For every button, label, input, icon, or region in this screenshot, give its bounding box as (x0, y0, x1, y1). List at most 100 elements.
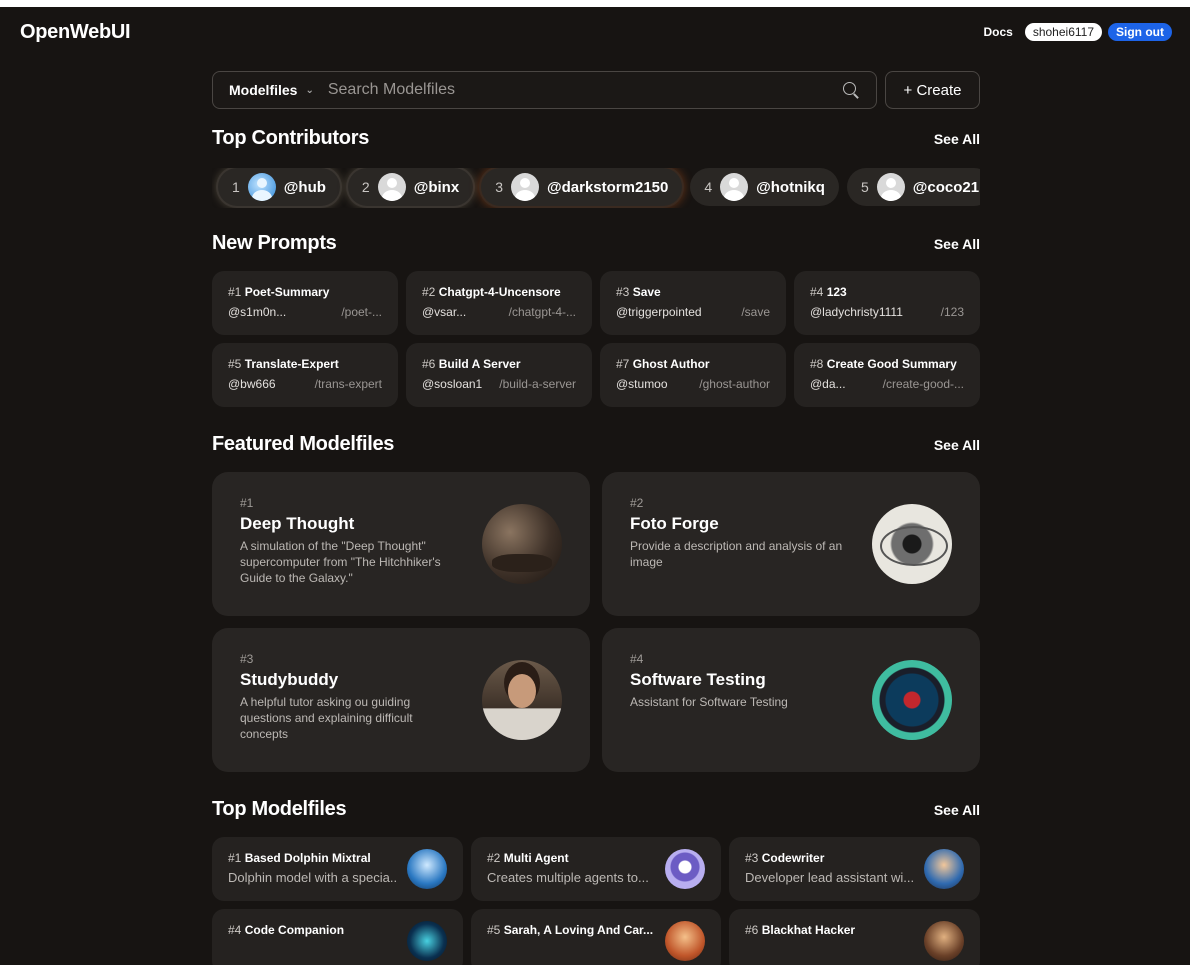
contributor-chip[interactable]: 1 @hub (218, 168, 340, 206)
prompt-user: @ladychristy1111 (810, 305, 903, 319)
contributor-name: @hotnikq (756, 178, 825, 196)
prompt-command: /chatgpt-4-... (508, 305, 576, 319)
featured-description: Assistant for Software Testing (630, 695, 788, 709)
modelfile-card[interactable]: #6 Blackhat Hacker (729, 909, 980, 965)
featured-description: Provide a description and analysis of an… (630, 539, 843, 569)
section-title: Top Contributors (212, 127, 370, 149)
create-button[interactable]: + Create (885, 71, 980, 109)
prompt-meta: @da... /create-good-... (810, 377, 964, 391)
prompt-title: #5 Translate-Expert (228, 357, 382, 371)
eye-image (872, 504, 952, 584)
prompt-title: #2 Chatgpt-4-Uncensore (422, 285, 576, 299)
see-all-link[interactable]: See All (934, 131, 980, 147)
tutor-image (482, 660, 562, 740)
prompt-title: #6 Build A Server (422, 357, 576, 371)
chevron-down-icon: ⌄ (305, 84, 314, 96)
sign-out-button[interactable]: Sign out (1108, 23, 1172, 41)
contributor-name: @hub (283, 178, 326, 196)
prompt-title: #4 123 (810, 285, 964, 299)
avatar (876, 173, 905, 201)
see-all-link[interactable]: See All (934, 802, 980, 818)
modelfile-name: Multi Agent (503, 851, 569, 865)
modelfile-card[interactable]: #4 Code Companion (212, 909, 463, 965)
contributor-rank: 1 (232, 179, 240, 195)
category-selector[interactable]: Modelfiles ⌄ (229, 82, 314, 98)
model-avatar (665, 921, 705, 961)
prompt-meta: @bw666/trans-expert (228, 377, 382, 391)
contributor-rank: 2 (361, 179, 370, 195)
username-badge[interactable]: shohei6117 (1024, 23, 1102, 41)
prompt-card[interactable]: #7 Ghost Author @stumoo/ghost-author (600, 343, 786, 407)
contributor-name: @coco21 (912, 178, 980, 196)
featured-grid: #1 Deep Thought A simulation of the "Dee… (212, 472, 980, 772)
prompt-number: #5 (228, 357, 242, 371)
section-title: Featured Modelfiles (212, 433, 395, 455)
prompt-title: #3 Save (616, 285, 770, 299)
prompt-card[interactable]: #4 123 @ladychristy1111/123 (794, 271, 980, 335)
model-avatar (407, 921, 447, 961)
section-title: Top Modelfiles (212, 798, 347, 820)
prompt-meta: @s1m0n... /poet-... (228, 305, 382, 319)
prompt-name: Poet-Summary (244, 285, 330, 299)
featured-card[interactable]: #4 Software Testing Assistant for Softwa… (602, 628, 980, 772)
modelfile-number: #1 (228, 851, 242, 865)
prompt-meta: @vsar... /chatgpt-4-... (422, 305, 576, 319)
modelfile-card[interactable]: #5 Sarah, A Loving And Car... (471, 909, 721, 965)
prompt-card[interactable]: #5 Translate-Expert @bw666/trans-expert (212, 343, 398, 407)
prompt-name: Save (632, 285, 661, 299)
prompt-number: #6 (422, 357, 436, 371)
see-all-link[interactable]: See All (934, 437, 980, 453)
prompt-number: #4 (810, 285, 824, 299)
contributors-list: 1 @hub 2 @binx 3 @darkstorm2150 4 @hotni… (212, 168, 980, 208)
prompt-card[interactable]: #3 Save @triggerpointed/save (600, 271, 786, 335)
prompt-command: /save (741, 305, 770, 319)
prompt-name: Translate-Expert (244, 357, 339, 371)
prompt-name: Create Good Summary (826, 357, 957, 371)
modelfile-title: #5 Sarah, A Loving And Car... (487, 923, 657, 937)
deep-thought-image (482, 504, 562, 584)
top-strip (0, 0, 1190, 7)
featured-card[interactable]: #2 Foto Forge Provide a description and … (602, 472, 980, 616)
modelfile-card[interactable]: #3 Codewriter Developer lead assistant w… (729, 837, 980, 901)
modelfile-title: #4 Code Companion (228, 923, 398, 937)
featured-card[interactable]: #1 Deep Thought A simulation of the "Dee… (212, 472, 590, 616)
avatar (247, 173, 276, 201)
contributor-chip[interactable]: 4 @hotnikq (690, 168, 839, 206)
search-row: Modelfiles ⌄ + Create (212, 71, 980, 109)
docs-link[interactable]: Docs (983, 25, 1012, 39)
modelfile-card[interactable]: #2 Multi Agent Creates multiple agents t… (471, 837, 721, 901)
featured-description: A helpful tutor asking ou guiding questi… (240, 695, 413, 741)
prompt-card[interactable]: #6 Build A Server @sosloan1/build-a-serv… (406, 343, 592, 407)
see-all-link[interactable]: See All (934, 236, 980, 252)
featured-card[interactable]: #3 Studybuddy A helpful tutor asking ou … (212, 628, 590, 772)
prompt-user: @s1m0n... (228, 305, 287, 319)
modelfile-name: Blackhat Hacker (761, 923, 856, 937)
modelfile-card[interactable]: #1 Based Dolphin Mixtral Dolphin model w… (212, 837, 463, 901)
avatar (377, 173, 406, 201)
header-actions: Docs shohei6117 Sign out (983, 23, 1172, 41)
contributor-chip[interactable]: 2 @binx (347, 168, 474, 206)
prompt-user: @sosloan1 (422, 377, 483, 391)
prompt-card[interactable]: #8 Create Good Summary @da... /create-goo… (794, 343, 980, 407)
modelfile-number: #5 (487, 923, 501, 937)
prompt-meta: @sosloan1/build-a-server (422, 377, 576, 391)
prompt-command: /create-good-... (882, 377, 964, 391)
prompt-card[interactable]: #1 Poet-Summary @s1m0n... /poet-... (212, 271, 398, 335)
search-icon[interactable] (842, 81, 860, 99)
top-modelfiles-header: Top Modelfiles See All (212, 798, 980, 821)
prompt-card[interactable]: #2 Chatgpt-4-Uncensore @vsar... /chatgpt-… (406, 271, 592, 335)
contributor-name: @darkstorm2150 (546, 178, 669, 196)
prompt-meta: @stumoo/ghost-author (616, 377, 770, 391)
search-input[interactable] (327, 81, 842, 99)
contributor-chip[interactable]: 3 @darkstorm2150 (481, 168, 683, 206)
prompt-number: #3 (616, 285, 630, 299)
contributor-chip[interactable]: 5 @coco21 (846, 168, 980, 206)
model-avatar (924, 921, 964, 961)
contributor-rank: 5 (860, 179, 869, 195)
prompt-number: #1 (228, 285, 242, 299)
modelfile-description: Creates multiple agents to... (487, 870, 649, 885)
prompt-command: /trans-expert (314, 377, 382, 391)
modelfile-number: #3 (745, 851, 759, 865)
app-logo[interactable]: OpenWebUI (20, 21, 131, 44)
contributor-name: @binx (413, 178, 460, 196)
